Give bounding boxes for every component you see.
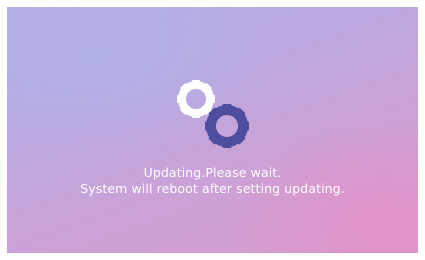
status-message-line-1: Updating.Please wait. — [143, 165, 282, 180]
status-message-line-2: System will reboot after setting updatin… — [80, 181, 345, 196]
gears-icon — [168, 72, 258, 152]
update-screen: Updating.Please wait. System will reboot… — [7, 7, 418, 253]
white-gear-icon — [177, 80, 215, 118]
dark-gear-icon — [205, 104, 249, 148]
